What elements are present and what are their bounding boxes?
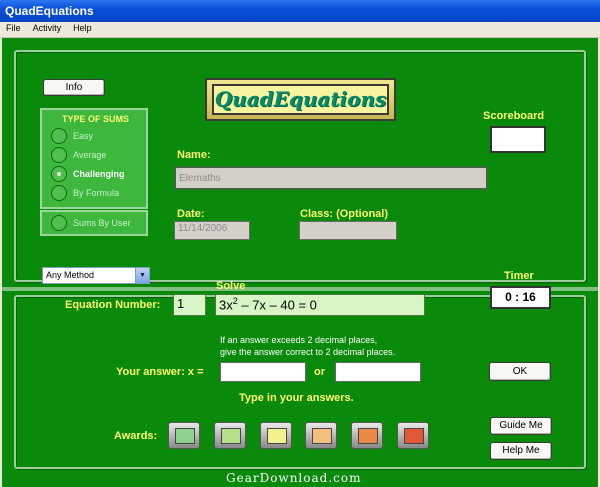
app-logo-text: QuadEquations xyxy=(212,84,389,115)
award-swatch-5 xyxy=(358,428,378,444)
name-field[interactable]: Elemaths xyxy=(174,166,488,190)
note-line-1: If an answer exceeds 2 decimal places, xyxy=(220,335,378,345)
method-select-value: Any Method xyxy=(46,270,95,280)
scoreboard-label: Scoreboard xyxy=(483,110,545,122)
answer-label: Your answer: x = xyxy=(116,366,204,378)
equation-number-field: 1 xyxy=(173,294,206,316)
award-swatch-3 xyxy=(267,428,287,444)
sums-by-user-group: Sums By User xyxy=(40,210,148,236)
award-5 xyxy=(351,422,383,449)
app-logo: QuadEquations xyxy=(205,78,396,121)
radio-sums-by-user[interactable] xyxy=(51,215,67,231)
type-of-sums-group: TYPE OF SUMS Easy Average Challenging By… xyxy=(40,108,148,209)
menu-file[interactable]: File xyxy=(0,22,24,33)
ok-button[interactable]: OK xyxy=(489,362,551,381)
equation-rest: – 7x – 40 = 0 xyxy=(237,297,317,313)
equation-number-label: Equation Number: xyxy=(65,299,161,311)
window-title: QuadEquations xyxy=(5,4,94,18)
guide-me-button[interactable]: Guide Me xyxy=(490,417,552,435)
window-title-bar: QuadEquations xyxy=(0,0,600,22)
type-of-sums-title: TYPE OF SUMS xyxy=(62,114,130,124)
instruction-text: Type in your answers. xyxy=(239,392,354,404)
radio-challenging[interactable] xyxy=(51,166,67,182)
menu-bar: File Activity Help xyxy=(0,22,600,38)
radio-challenging-label: Challenging xyxy=(73,169,125,179)
award-6 xyxy=(397,422,429,449)
method-select[interactable]: Any Method ▼ xyxy=(42,267,150,284)
radio-easy-label: Easy xyxy=(73,131,94,141)
radio-average-label: Average xyxy=(73,150,107,160)
note-line-2: give the answer correct to 2 decimal pla… xyxy=(220,347,396,357)
watermark: GearDownload.com xyxy=(226,471,362,485)
class-label: Class: (Optional) xyxy=(300,208,389,220)
equation-display: 3x2 – 7x – 40 = 0 xyxy=(215,294,425,316)
menu-help[interactable]: Help xyxy=(67,22,95,33)
radio-by-formula[interactable] xyxy=(51,185,67,201)
radio-sums-by-user-label: Sums By User xyxy=(73,218,131,228)
award-3 xyxy=(260,422,292,449)
name-label: Name: xyxy=(177,149,211,161)
awards-label: Awards: xyxy=(114,430,158,442)
timer-display: 0 : 16 xyxy=(490,286,551,309)
help-me-button[interactable]: Help Me xyxy=(490,442,552,460)
answer-input-1[interactable] xyxy=(220,362,306,382)
menu-activity[interactable]: Activity xyxy=(27,22,65,33)
info-button[interactable]: Info xyxy=(43,79,105,96)
solve-label: Solve xyxy=(216,280,246,292)
award-swatch-6 xyxy=(404,428,424,444)
scoreboard-display xyxy=(490,126,546,153)
class-field[interactable] xyxy=(299,221,397,240)
radio-easy[interactable] xyxy=(51,128,67,144)
award-2 xyxy=(214,422,246,449)
award-swatch-1 xyxy=(175,428,195,444)
timer-label: Timer xyxy=(504,270,534,282)
answer-input-2[interactable] xyxy=(335,362,421,382)
radio-average[interactable] xyxy=(51,147,67,163)
award-4 xyxy=(305,422,337,449)
app-client-area: Info TYPE OF SUMS Easy Average Challengi… xyxy=(2,38,598,487)
radio-by-formula-label: By Formula xyxy=(73,188,120,198)
award-swatch-4 xyxy=(312,428,332,444)
award-swatch-2 xyxy=(221,428,241,444)
equation-text: 3x xyxy=(219,297,233,313)
date-label: Date: xyxy=(177,208,205,220)
chevron-down-icon[interactable]: ▼ xyxy=(135,268,149,283)
award-1 xyxy=(168,422,200,449)
date-field[interactable]: 11/14/2006 xyxy=(174,221,250,240)
or-label: or xyxy=(314,366,325,378)
